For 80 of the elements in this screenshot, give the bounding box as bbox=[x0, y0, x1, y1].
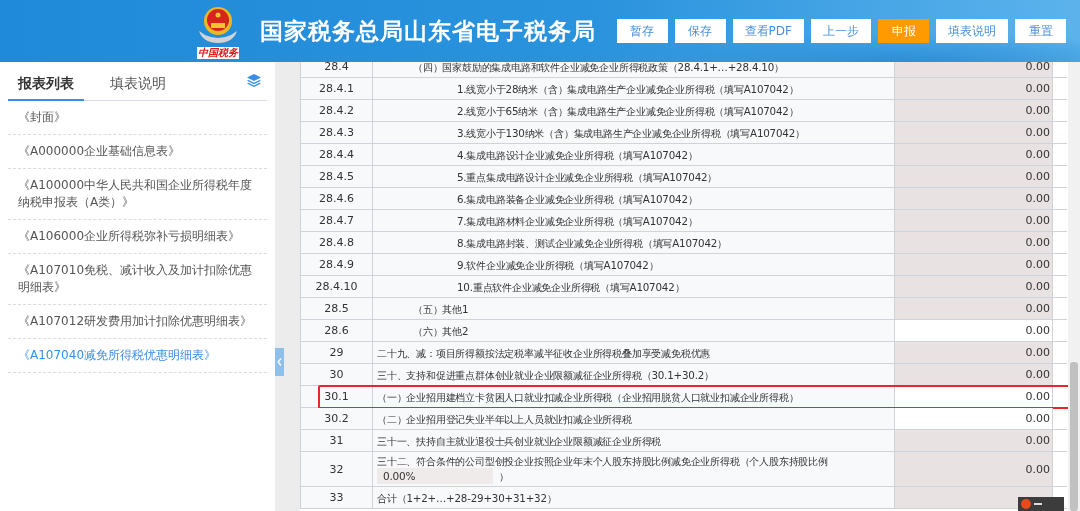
toolbar-button[interactable]: 查看PDF bbox=[732, 19, 804, 43]
toolbar-button[interactable]: 填表说明 bbox=[936, 19, 1008, 43]
item-description: 5.重点集成电路设计企业减免企业所得税（填写A107042） bbox=[373, 166, 895, 187]
row-number: 33 bbox=[301, 487, 373, 508]
sidebar-tab[interactable]: 填表说明 bbox=[100, 68, 176, 101]
item-description: （一）企业招用建档立卡贫困人口就业扣减企业所得税（企业招用脱贫人口就业扣减企业所得税） bbox=[373, 386, 895, 407]
item-description: （二）企业招用登记失业半年以上人员就业扣减企业所得税 bbox=[373, 408, 895, 429]
amount-cell: 0.00 bbox=[895, 122, 1053, 143]
row-number: 28.5 bbox=[301, 298, 373, 319]
amount-cell: 0.00 bbox=[895, 210, 1053, 231]
item-description: 三十一、扶持自主就业退役士兵创业就业企业限额减征企业所得税 bbox=[373, 430, 895, 451]
amount-cell: 0.00 bbox=[895, 78, 1053, 99]
toolbar-button[interactable]: 暂存 bbox=[616, 19, 668, 43]
amount-cell: 0.00 bbox=[895, 100, 1053, 121]
row-number: 31 bbox=[301, 430, 373, 451]
row-number: 28.4 bbox=[301, 62, 373, 77]
item-description: 9.软件企业减免企业所得税（填写A107042） bbox=[373, 254, 895, 275]
item-description: （五）其他1 bbox=[373, 298, 895, 319]
row-number: 28.4.4 bbox=[301, 144, 373, 165]
row-number: 28.4.9 bbox=[301, 254, 373, 275]
item-description: 合计（1+2+…+28-29+30+31+32） bbox=[373, 487, 895, 508]
row-number: 28.4.5 bbox=[301, 166, 373, 187]
amount-cell: 0.00 bbox=[895, 166, 1053, 187]
row-number: 28.4.3 bbox=[301, 122, 373, 143]
item-description: 6.集成电路装备企业减免企业所得税（填写A107042） bbox=[373, 188, 895, 209]
row-number: 28.4.7 bbox=[301, 210, 373, 231]
row-number: 28.4.2 bbox=[301, 100, 373, 121]
amount-cell: 0.00 bbox=[895, 62, 1053, 77]
toolbar-button[interactable]: 重置 bbox=[1015, 19, 1066, 43]
item-description: 2.线宽小于65纳米（含）集成电路生产企业减免企业所得税（填写A107042） bbox=[373, 100, 895, 121]
row-number: 28.4.6 bbox=[301, 188, 373, 209]
item-description: 7.集成电路材料企业减免企业所得税（填写A107042） bbox=[373, 210, 895, 231]
item-description: 8.集成电路封装、测试企业减免企业所得税（填写A107042） bbox=[373, 232, 895, 253]
toolbar-button[interactable]: 保存 bbox=[674, 19, 726, 43]
amount-cell: 0.00 bbox=[895, 188, 1053, 209]
toolbar-button[interactable]: 上一步 bbox=[811, 19, 871, 43]
item-description: 二十九、减：项目所得额按法定税率减半征收企业所得税叠加享受减免税优惠 bbox=[373, 342, 895, 363]
item-description: 三十、支持和促进重点群体创业就业企业限额减征企业所得税（30.1+30.2） bbox=[373, 364, 895, 385]
amount-cell[interactable]: 0.00 bbox=[895, 408, 1053, 429]
row-number: 28.4.1 bbox=[301, 78, 373, 99]
amount-cell: 0.00 bbox=[895, 452, 1053, 486]
amount-cell: 0.00 bbox=[895, 232, 1053, 253]
item-description: 3.线宽小于130纳米（含）集成电路生产企业减免企业所得税（填写A107042） bbox=[373, 122, 895, 143]
row-number: 30.2 bbox=[301, 408, 373, 429]
amount-cell: 0.00 bbox=[895, 364, 1053, 385]
layers-icon[interactable] bbox=[247, 74, 261, 87]
amount-cell: 0.00 bbox=[895, 254, 1053, 275]
row-number: 29 bbox=[301, 342, 373, 363]
item-description: 三十二、符合条件的公司型创投企业按照企业年末个人股东持股比例减免企业所得税（个人股东持股比例 bbox=[377, 454, 828, 468]
report-list-item[interactable]: 《A107040减免所得税优惠明细表》 bbox=[8, 339, 267, 373]
ime-toolbar-icon[interactable] bbox=[1018, 497, 1064, 511]
item-description: 1.线宽小于28纳米（含）集成电路生产企业减免企业所得税（填写A107042） bbox=[373, 78, 895, 99]
emblem-caption: 中国税务 bbox=[197, 47, 239, 59]
report-list-item[interactable]: 《A107010免税、减计收入及加计扣除优惠明细表》 bbox=[8, 254, 267, 305]
site-title: 国家税务总局山东省电子税务局 bbox=[260, 16, 596, 46]
item-description: 10.重点软件企业减免企业所得税（填写A107042） bbox=[373, 276, 895, 297]
report-list-item[interactable]: 《A107012研发费用加计扣除优惠明细表》 bbox=[8, 305, 267, 339]
amount-cell: 0.00 bbox=[895, 298, 1053, 319]
report-list-item[interactable]: 《A106000企业所得税弥补亏损明细表》 bbox=[8, 220, 267, 254]
row-number: 28.4.8 bbox=[301, 232, 373, 253]
row-number: 30 bbox=[301, 364, 373, 385]
collapse-handle[interactable] bbox=[275, 347, 284, 376]
scrollbar[interactable] bbox=[1068, 62, 1080, 511]
sidebar-tab[interactable]: 报表列表 bbox=[8, 68, 84, 101]
amount-cell: 0.00 bbox=[895, 276, 1053, 297]
row-number: 32 bbox=[301, 452, 373, 486]
row-number: 28.4.10 bbox=[301, 276, 373, 297]
percent-field[interactable]: 0.00% bbox=[377, 468, 493, 484]
closing-paren: ） bbox=[499, 469, 509, 483]
row-number: 28.6 bbox=[301, 320, 373, 341]
report-list-item[interactable]: 《A000000企业基础信息表》 bbox=[8, 135, 267, 169]
report-list-item[interactable]: 《A100000中华人民共和国企业所得税年度纳税申报表（A类）》 bbox=[8, 169, 267, 220]
item-description: （四）国家鼓励的集成电路和软件企业减免企业所得税政策（28.4.1+…+28.4.10） bbox=[373, 62, 895, 77]
amount-cell: 0.00 bbox=[895, 342, 1053, 363]
report-list-item[interactable]: 《封面》 bbox=[8, 101, 267, 135]
row-number: 30.1 bbox=[301, 386, 373, 407]
item-description: （六）其他2 bbox=[373, 320, 895, 341]
amount-cell: 0.00 bbox=[895, 430, 1053, 451]
amount-cell: 0.00 bbox=[895, 144, 1053, 165]
item-description: 4.集成电路设计企业减免企业所得税（填写A107042） bbox=[373, 144, 895, 165]
